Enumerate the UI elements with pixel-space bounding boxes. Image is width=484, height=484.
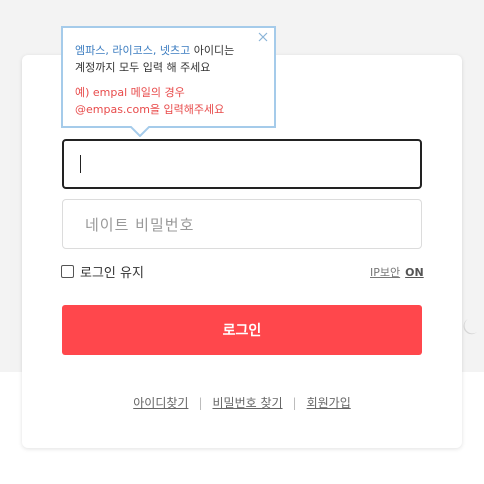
find-id-link[interactable]: 아이디찾기 xyxy=(133,396,188,410)
signup-link[interactable]: 회원가입 xyxy=(307,396,351,410)
keep-login-option[interactable]: 로그인 유지 xyxy=(61,262,144,281)
text-caret xyxy=(80,155,81,173)
tooltip-arrow xyxy=(130,126,150,137)
comma: , xyxy=(152,44,160,57)
ip-security-label[interactable]: IP보안 xyxy=(370,266,400,279)
password-placeholder: 네이트 비밀번호 xyxy=(85,215,195,234)
ip-security-toggle[interactable]: IP보안 ON xyxy=(370,264,424,280)
tooltip-line-2: 계정까지 모두 입력 해 주세요 xyxy=(75,61,211,74)
keep-login-label: 로그인 유지 xyxy=(80,266,144,281)
account-links: 아이디찾기 | 비밀번호 찾기 | 회원가입 xyxy=(0,394,484,411)
tooltip-note-line-1: 예) empal 메일의 경우 xyxy=(75,86,185,99)
password-input[interactable]: 네이트 비밀번호 xyxy=(62,199,422,249)
tooltip-line-1-rest: 아이디는 xyxy=(190,44,235,57)
tooltip-note: 예) empal 메일의 경우 @empas.com을 입력해주세요 xyxy=(75,84,264,118)
brand-empas: 엠파스 xyxy=(75,44,106,57)
keep-login-checkbox[interactable] xyxy=(61,265,74,278)
ip-security-state[interactable]: ON xyxy=(405,266,424,279)
brand-netsgo: 넷츠고 xyxy=(159,44,191,57)
id-help-tooltip: 엠파스, 라이코스, 넷츠고 아이디는 계정까지 모두 입력 해 주세요 예) … xyxy=(61,26,276,128)
user-id-input[interactable] xyxy=(62,139,422,189)
theme-toggle-icon[interactable] xyxy=(462,318,478,336)
tooltip-line-1: 엠파스, 라이코스, 넷츠고 아이디는 xyxy=(75,42,264,59)
close-icon[interactable] xyxy=(257,31,269,43)
tooltip-note-line-2: @empas.com을 입력해주세요 xyxy=(75,103,225,116)
link-separator: | xyxy=(292,396,297,410)
find-password-link[interactable]: 비밀번호 찾기 xyxy=(212,396,282,410)
brand-lycos: 라이코스 xyxy=(112,44,153,57)
login-button[interactable]: 로그인 xyxy=(62,305,422,355)
link-separator: | xyxy=(198,396,203,410)
